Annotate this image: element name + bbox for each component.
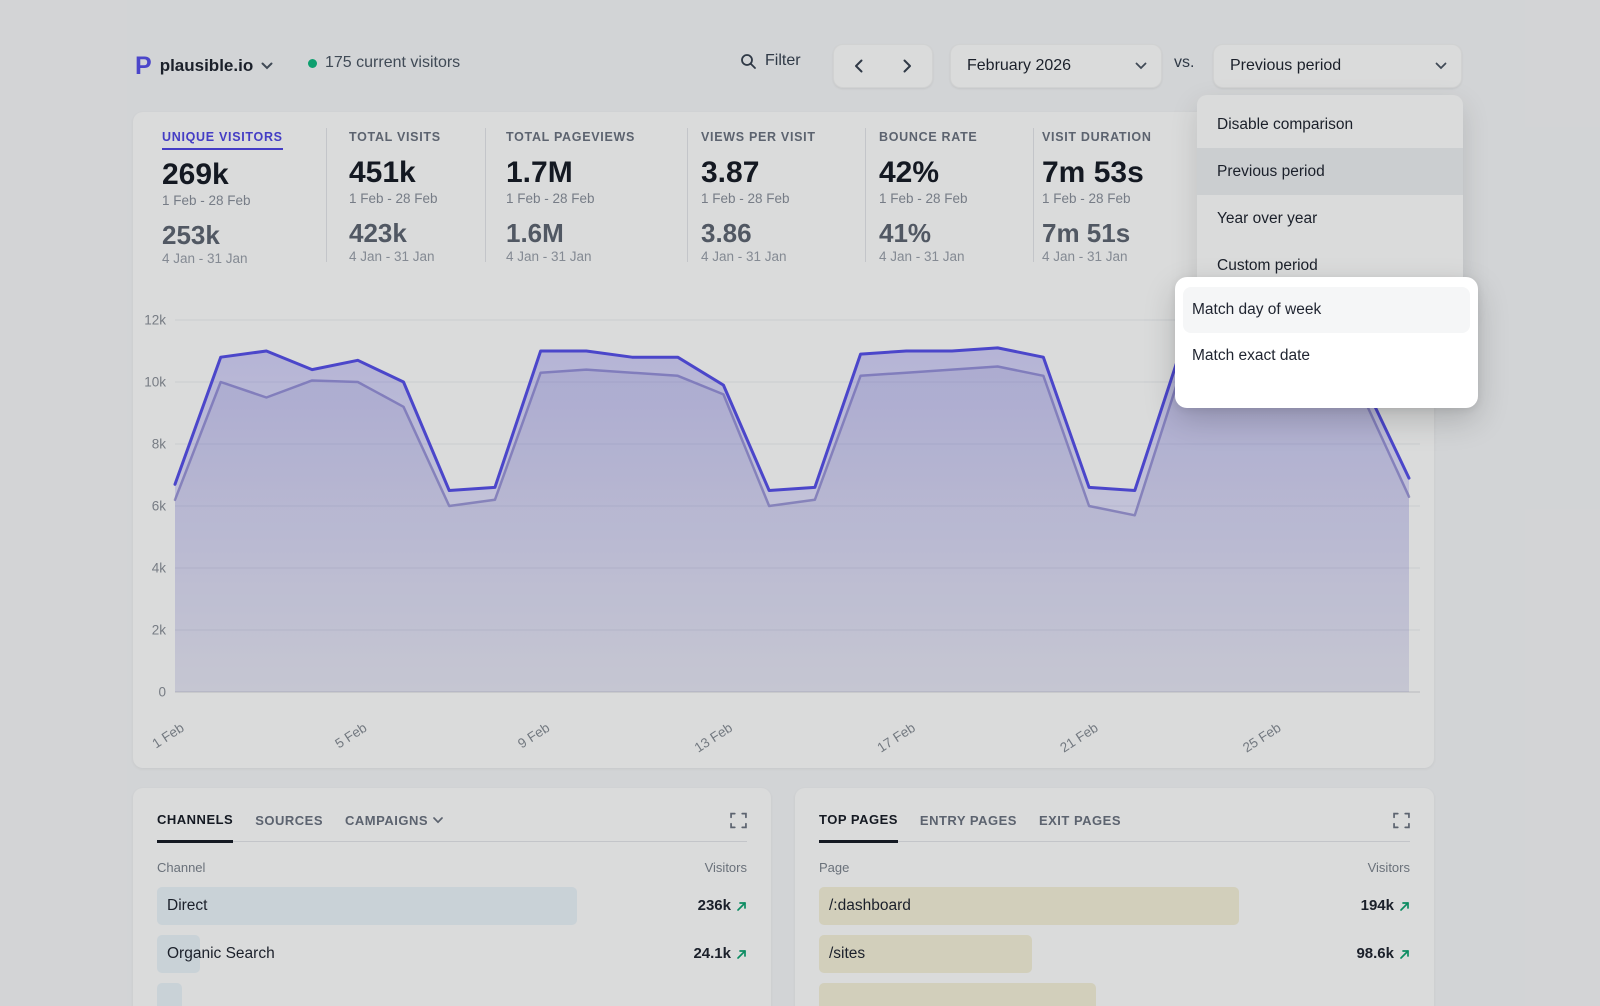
- dashboard-page: P plausible.io 175 current visitors Filt…: [0, 0, 1600, 1006]
- dismiss-overlay[interactable]: [0, 0, 1600, 1006]
- popup-item-match-day-of-week[interactable]: Match day of week: [1183, 287, 1470, 333]
- popup-item-match-exact-date[interactable]: Match exact date: [1183, 333, 1470, 379]
- match-mode-popup: Match day of week Match exact date: [1175, 277, 1478, 408]
